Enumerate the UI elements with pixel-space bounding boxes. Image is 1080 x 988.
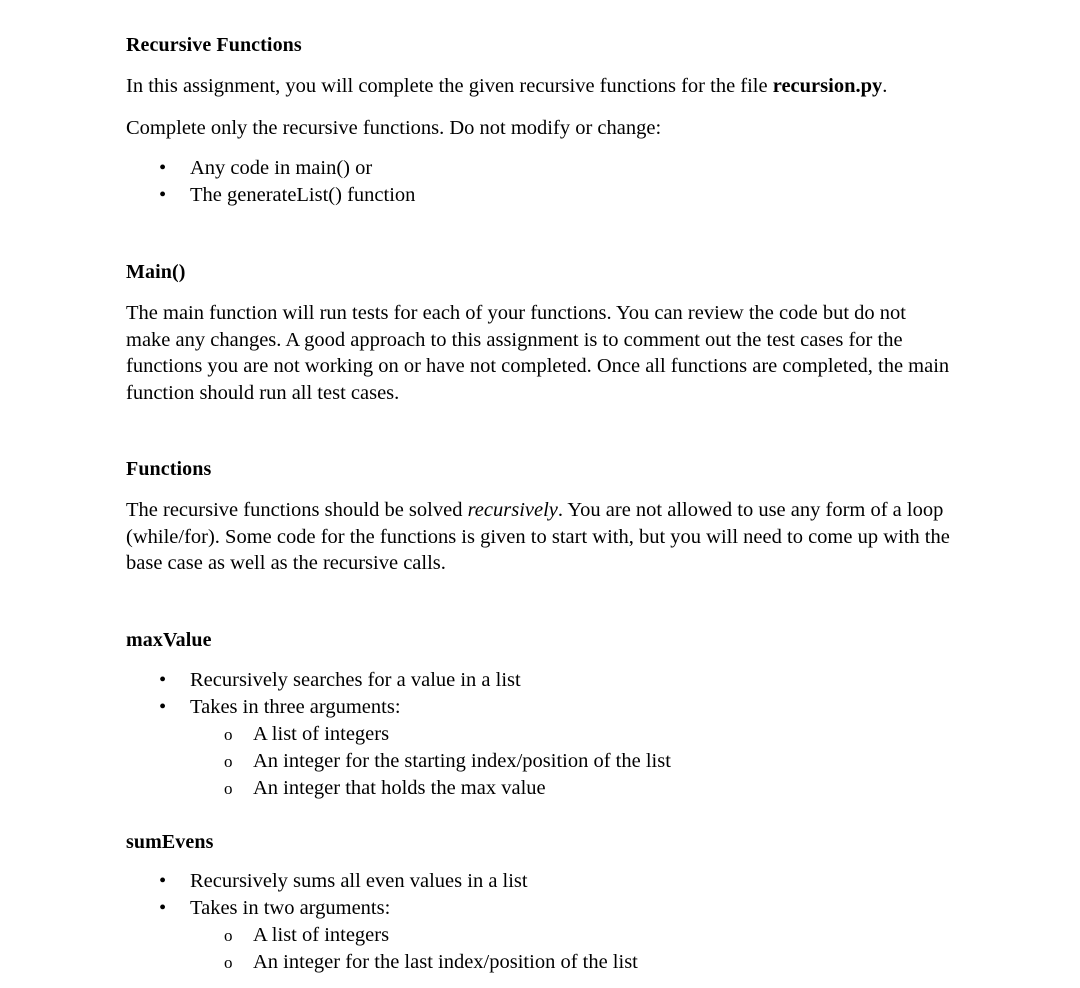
function-heading-maxvalue: maxValue [126,628,212,651]
list-item: o An integer for the starting index/posi… [126,748,950,775]
list-item-label: Recursively searches for a value in a li… [190,668,521,691]
list-item: o A list of integers [126,922,950,949]
bullet-icon: • [159,695,167,718]
section-heading-functions: Functions [126,458,212,480]
section-heading-main: Main() [126,261,186,283]
sumevens-bullet-list: • Recursively sums all even values in a … [126,868,950,922]
list-item: • Takes in two arguments: [126,895,950,922]
bullet-icon: • [159,184,167,206]
list-item: o A list of integers [126,721,950,748]
maxvalue-arguments-list: o A list of integers o An integer for th… [126,721,950,802]
list-item-label: Any code in main() or [190,157,373,179]
circle-bullet-icon: o [224,925,233,945]
intro-paragraph: In this assignment, you will complete th… [126,73,950,100]
list-item-label: An integer for the last index/position o… [253,950,638,973]
list-item-label: Takes in three arguments: [190,695,401,718]
bullet-icon: • [159,869,167,892]
section-paragraph-main: The main function will run tests for eac… [126,302,950,404]
document-page: Recursive Functions In this assignment, … [0,0,1080,988]
section-paragraph-functions: The recursive functions should be solved… [126,497,950,577]
intro-text-after: . [882,75,888,97]
list-item-label: A list of integers [253,722,390,745]
emphasis-recursively: recursively [467,499,558,521]
list-item-label: Takes in two arguments: [190,896,391,919]
list-item: • Takes in three arguments: [126,694,950,721]
circle-bullet-icon: o [224,778,233,798]
circle-bullet-icon: o [224,724,233,744]
filename-recursion-py: recursion.py [772,75,883,97]
list-item-label: An integer that holds the max value [253,776,546,799]
list-item-label: An integer for the starting index/positi… [253,749,671,772]
list-item-label: The generateList() function [190,184,416,206]
list-item: o An integer that holds the max value [126,775,950,802]
list-item: o An integer for the last index/position… [126,949,950,976]
function-heading-sumevens: sumEvens [126,830,214,853]
list-item: • Recursively searches for a value in a … [126,667,950,694]
intro-text-before: In this assignment, you will complete th… [126,75,773,97]
circle-bullet-icon: o [224,751,233,771]
maxvalue-bullet-list: • Recursively searches for a value in a … [126,667,950,721]
list-item: • Recursively sums all even values in a … [126,868,950,895]
instruction-paragraph: Complete only the recursive functions. D… [126,116,662,139]
circle-bullet-icon: o [224,952,233,972]
sumevens-arguments-list: o A list of integers o An integer for th… [126,922,950,976]
list-item-label: Recursively sums all even values in a li… [190,869,528,892]
bullet-icon: • [159,668,167,691]
page-title: Recursive Functions [126,34,302,56]
functions-text-part1: The recursive functions should be solved [126,499,468,521]
list-item: • The generateList() function [126,182,950,209]
list-item: • Any code in main() or [126,155,950,182]
bullet-icon: • [159,157,167,179]
list-item-label: A list of integers [253,923,390,946]
document-body: Recursive Functions In this assignment, … [126,32,950,976]
do-not-modify-list: • Any code in main() or • The generateLi… [126,155,950,209]
bullet-icon: • [159,896,167,919]
